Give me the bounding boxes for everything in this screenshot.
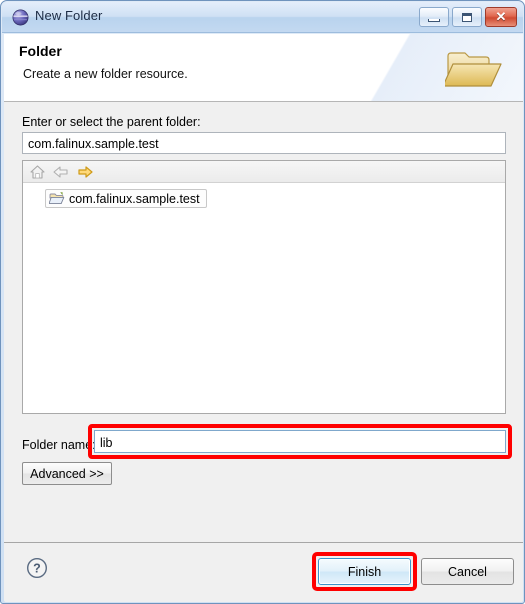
maximize-button[interactable] [452, 7, 482, 27]
page-description: Create a new folder resource. [23, 67, 188, 81]
dialog-body: Enter or select the parent folder: com.f… [4, 102, 523, 542]
open-folder-small-icon [48, 191, 65, 206]
cancel-button[interactable]: Cancel [421, 558, 514, 585]
advanced-button[interactable]: Advanced >> [22, 462, 112, 485]
folder-name-label: Folder name: [22, 438, 96, 452]
tree-toolbar [23, 161, 505, 183]
folder-name-input[interactable] [94, 430, 506, 453]
list-item-label: com.falinux.sample.test [69, 191, 200, 206]
minimize-icon [428, 19, 440, 22]
finish-button[interactable]: Finish [318, 558, 411, 585]
open-folder-icon [442, 46, 507, 92]
list-item[interactable]: com.falinux.sample.test [45, 189, 207, 208]
parent-folder-label: Enter or select the parent folder: [22, 115, 201, 129]
parent-folder-input[interactable] [22, 132, 506, 154]
back-arrow-icon[interactable] [52, 164, 69, 180]
folder-tree-panel: com.falinux.sample.test [22, 160, 506, 414]
dialog-button-bar: ? Finish Cancel [4, 543, 523, 602]
close-button[interactable]: ✕ [485, 7, 517, 27]
new-folder-dialog: New Folder ✕ Folder Create a new folder … [0, 0, 525, 604]
folder-tree-list[interactable]: com.falinux.sample.test [23, 184, 505, 413]
page-title: Folder [19, 43, 62, 59]
maximize-icon [462, 13, 472, 22]
close-icon: ✕ [495, 9, 507, 24]
home-icon[interactable] [29, 164, 46, 180]
title-bar[interactable]: New Folder ✕ [2, 2, 523, 33]
minimize-button[interactable] [419, 7, 449, 27]
window-title: New Folder [35, 8, 103, 23]
dialog-header: Folder Create a new folder resource. [4, 34, 523, 102]
svg-text:?: ? [33, 562, 41, 576]
forward-arrow-icon[interactable] [77, 164, 94, 180]
eclipse-sphere-icon [12, 9, 29, 26]
help-question-icon[interactable]: ? [26, 557, 48, 579]
